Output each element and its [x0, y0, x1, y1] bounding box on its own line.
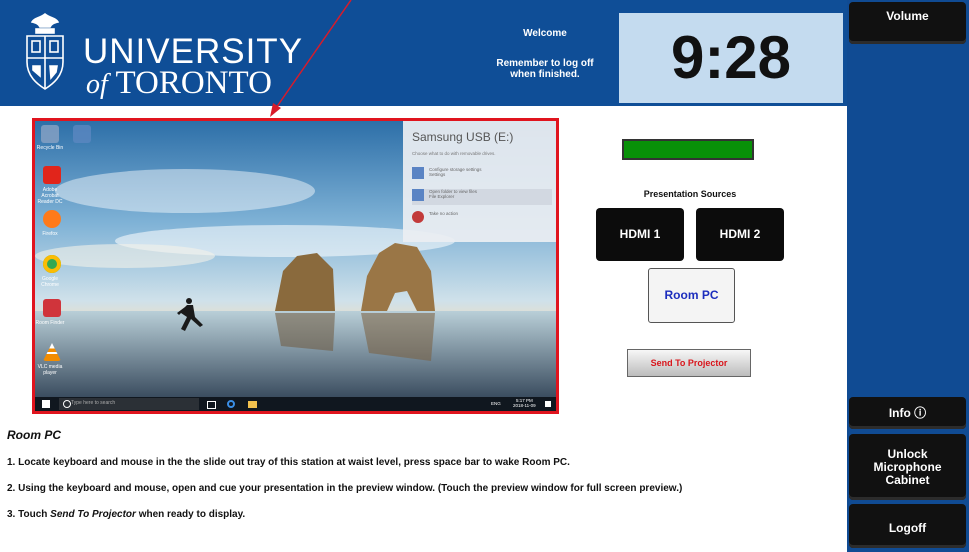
windows-start-icon[interactable]: [42, 400, 50, 408]
taskbar-clock: 5:17 PM 2018-11-09: [513, 398, 536, 408]
volume-label: Volume: [886, 9, 929, 23]
firefox-icon[interactable]: [43, 210, 61, 228]
folder-icon: [412, 189, 424, 201]
preview-window[interactable]: Recycle Bin Adobe Acrobat Reader DC Fire…: [32, 118, 559, 414]
unlock-microphone-cabinet-button[interactable]: Unlock Microphone Cabinet: [849, 434, 966, 500]
file-explorer-icon[interactable]: [248, 401, 257, 408]
logo-of-text: of: [86, 69, 108, 100]
hdmi-1-button[interactable]: HDMI 1: [596, 208, 684, 261]
instruction-step-3: 3. Touch Send To Projector when ready to…: [7, 509, 245, 520]
chrome-icon[interactable]: [43, 255, 61, 273]
option-3-line-1: Take no action: [429, 211, 459, 216]
info-button[interactable]: Info ⓘ: [849, 397, 966, 429]
taskbar-date: 2018-11-09: [513, 403, 536, 408]
reminder-line-1: Remember to log off: [496, 58, 594, 69]
taskbar-search-placeholder: Type here to search: [71, 400, 116, 406]
tray-lang: ENG: [491, 401, 501, 406]
notification-center-icon[interactable]: [545, 401, 551, 407]
no-action-icon: [412, 211, 424, 223]
vlc-label: VLC media player: [37, 364, 63, 376]
search-circle-icon: [63, 400, 71, 408]
unlock-label-1: Unlock: [887, 446, 928, 461]
chrome-label: Google Chrome: [41, 276, 59, 288]
instruction-step-1: 1. Locate keyboard and mouse in the the …: [7, 457, 570, 468]
logo-name-text: TORONTO: [115, 65, 272, 101]
hdmi-2-button[interactable]: HDMI 2: [696, 208, 784, 261]
autoplay-notification[interactable]: Samsung USB (E:) Choose what to do with …: [403, 121, 556, 242]
reminder-line-2: when finished.: [510, 69, 580, 80]
r-app-icon[interactable]: [43, 299, 61, 317]
option-2-line-2: File Explorer: [429, 194, 455, 199]
recycle-bin-label: Recycle Bin: [36, 145, 64, 151]
logo-toronto-text: of TORONTO: [86, 66, 272, 102]
send-to-projector-button[interactable]: Send To Projector: [627, 349, 751, 377]
step-3-emphasis: Send To Projector: [50, 509, 136, 520]
presentation-sources-title: Presentation Sources: [643, 189, 737, 199]
network-shortcut-icon[interactable]: [73, 125, 91, 143]
windows-taskbar: Type here to search ENG 5:17 PM 2018-11-…: [35, 397, 556, 411]
take-no-action-option[interactable]: Take no action: [412, 211, 552, 227]
open-folder-option[interactable]: Open folder to view files File Explorer: [412, 189, 552, 205]
unlock-label-3: Cabinet: [885, 472, 930, 487]
recycle-bin-icon[interactable]: [41, 125, 59, 143]
projector-status-indicator: [622, 139, 754, 160]
acrobat-label: Adobe Acrobat Reader DC: [37, 187, 63, 205]
logoff-button[interactable]: Logoff: [849, 504, 966, 548]
notification-subtitle: Choose what to do with removable drives.: [412, 151, 496, 156]
instruction-step-2: 2. Using the keyboard and mouse, open an…: [7, 483, 683, 494]
firefox-label: Firefox: [42, 231, 58, 237]
step-3-suffix: when ready to display.: [135, 509, 246, 520]
logoff-reminder: Remember to log off when finished.: [470, 58, 620, 80]
notification-title: Samsung USB (E:): [412, 130, 514, 144]
r-app-label: Room Finder: [35, 320, 65, 326]
volume-button[interactable]: Volume: [849, 2, 966, 44]
unlock-label-2: Microphone: [873, 459, 942, 474]
option-1-line-2: Settings: [429, 172, 446, 177]
configure-storage-option[interactable]: Configure storage settings Settings: [412, 167, 552, 183]
edge-icon[interactable]: [227, 400, 235, 408]
clock-display: 9:28: [670, 24, 792, 91]
step-3-prefix: 3. Touch: [7, 509, 51, 520]
settings-gear-icon: [412, 167, 424, 179]
task-view-icon[interactable]: [207, 401, 216, 409]
instructions-title: Room PC: [7, 428, 61, 442]
room-pc-button[interactable]: Room PC: [648, 268, 735, 323]
welcome-text: Welcome: [523, 28, 567, 39]
university-crest-icon: [26, 12, 64, 90]
acrobat-icon[interactable]: [43, 166, 61, 184]
